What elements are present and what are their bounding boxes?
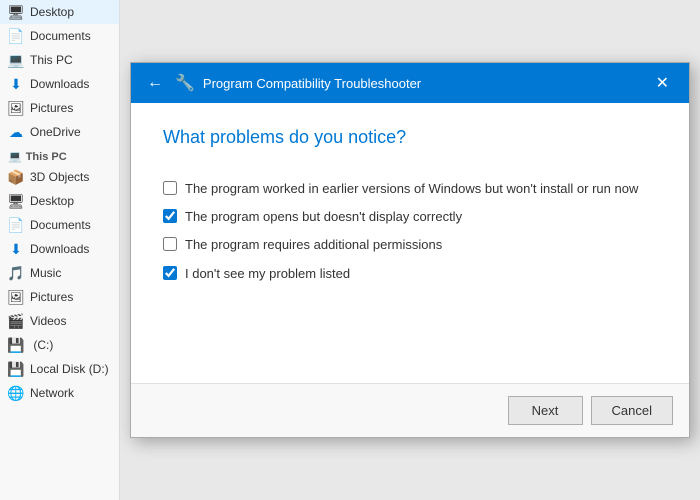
checkbox-label-opt3[interactable]: The program requires additional permissi… bbox=[185, 236, 442, 254]
dialog-body: What problems do you notice? The program… bbox=[131, 103, 689, 383]
checkbox-opt3[interactable] bbox=[163, 237, 177, 251]
sidebar-section-label: This PC bbox=[26, 151, 67, 163]
music-icon: 🎵 bbox=[8, 265, 24, 281]
next-button[interactable]: Next bbox=[508, 396, 583, 425]
checkbox-label-opt4[interactable]: I don't see my problem listed bbox=[185, 265, 350, 283]
close-button[interactable]: ✕ bbox=[648, 71, 677, 95]
checkbox-opt1[interactable] bbox=[163, 181, 177, 195]
this-pc-icon: 💻 bbox=[8, 52, 24, 68]
sidebar-item-music[interactable]: 🎵 Music bbox=[0, 261, 119, 285]
dialog: ← 🔧 Program Compatibility Troubleshooter… bbox=[130, 62, 690, 438]
main-content: ← 🔧 Program Compatibility Troubleshooter… bbox=[120, 0, 700, 500]
cancel-button[interactable]: Cancel bbox=[591, 396, 673, 425]
videos-icon: 🎬 bbox=[8, 313, 24, 329]
dialog-footer: Next Cancel bbox=[131, 383, 689, 437]
sidebar-item-this-pc[interactable]: 💻 This PC bbox=[0, 48, 119, 72]
sidebar-item-c-drive[interactable]: 💾 (C:) bbox=[0, 333, 119, 357]
sidebar-label-c-drive: (C:) bbox=[30, 338, 53, 352]
sidebar-item-documents2[interactable]: 📄 Documents bbox=[0, 213, 119, 237]
sidebar-item-network[interactable]: 🌐 Network bbox=[0, 381, 119, 405]
sidebar-label-desktop2: Desktop bbox=[30, 194, 74, 208]
checkbox-label-opt2[interactable]: The program opens but doesn't display co… bbox=[185, 208, 462, 226]
checkbox-opt2[interactable] bbox=[163, 209, 177, 223]
sidebar-item-3d-objects[interactable]: 📦 3D Objects bbox=[0, 165, 119, 189]
checkbox-label-opt1[interactable]: The program worked in earlier versions o… bbox=[185, 180, 638, 198]
sidebar-label-downloads: Downloads bbox=[30, 77, 89, 91]
sidebar-label-documents2: Documents bbox=[30, 218, 91, 232]
checkbox-item-opt2[interactable]: The program opens but doesn't display co… bbox=[163, 208, 657, 226]
documents2-icon: 📄 bbox=[8, 217, 24, 233]
sidebar-label-videos: Videos bbox=[30, 314, 66, 328]
sidebar-item-d-drive[interactable]: 💾 Local Disk (D:) bbox=[0, 357, 119, 381]
sidebar-item-videos[interactable]: 🎬 Videos bbox=[0, 309, 119, 333]
sidebar-label-pictures: Pictures bbox=[30, 101, 73, 115]
back-button[interactable]: ← bbox=[143, 72, 167, 94]
sidebar-label-onedrive: OneDrive bbox=[30, 125, 81, 139]
sidebar-label-documents: Documents bbox=[30, 29, 91, 43]
sidebar-section-this-pc: 💻 This PC bbox=[0, 144, 119, 165]
sidebar-item-pictures2[interactable]: 🖼 Pictures bbox=[0, 285, 119, 309]
sidebar-label-desktop: Desktop bbox=[30, 5, 74, 19]
sidebar-item-pictures[interactable]: 🖼 Pictures bbox=[0, 96, 119, 120]
sidebar-label-d-drive: Local Disk (D:) bbox=[30, 362, 109, 376]
downloads2-icon: ⬇ bbox=[8, 241, 24, 257]
downloads-icon: ⬇ bbox=[8, 76, 24, 92]
dialog-title: Program Compatibility Troubleshooter bbox=[203, 76, 640, 91]
dialog-titlebar: ← 🔧 Program Compatibility Troubleshooter… bbox=[131, 63, 689, 103]
d-drive-icon: 💾 bbox=[8, 361, 24, 377]
sidebar-item-downloads2[interactable]: ⬇ Downloads bbox=[0, 237, 119, 261]
troubleshooter-icon: 🔧 bbox=[175, 73, 195, 93]
sidebar-label-this-pc: This PC bbox=[30, 53, 73, 67]
checkbox-item-opt4[interactable]: I don't see my problem listed bbox=[163, 265, 657, 283]
sidebar-label-3d-objects: 3D Objects bbox=[30, 170, 89, 184]
sidebar-item-desktop2[interactable]: 🖥 Desktop bbox=[0, 189, 119, 213]
sidebar-item-onedrive[interactable]: ☁ OneDrive bbox=[0, 120, 119, 144]
desktop2-icon: 🖥 bbox=[8, 193, 24, 209]
dialog-overlay: ← 🔧 Program Compatibility Troubleshooter… bbox=[120, 0, 700, 500]
sidebar-label-network: Network bbox=[30, 386, 74, 400]
documents-icon: 📄 bbox=[8, 28, 24, 44]
sidebar-label-downloads2: Downloads bbox=[30, 242, 89, 256]
checkbox-opt4[interactable] bbox=[163, 266, 177, 280]
sidebar-label-music: Music bbox=[30, 266, 61, 280]
sidebar-item-downloads[interactable]: ⬇ Downloads bbox=[0, 72, 119, 96]
checkbox-item-opt1[interactable]: The program worked in earlier versions o… bbox=[163, 180, 657, 198]
this-pc-section-icon: 💻 bbox=[8, 150, 22, 163]
dialog-question: What problems do you notice? bbox=[163, 127, 657, 148]
pictures-icon: 🖼 bbox=[8, 100, 24, 116]
onedrive-icon: ☁ bbox=[8, 124, 24, 140]
desktop-icon: 🖥 bbox=[8, 4, 24, 20]
sidebar-item-documents[interactable]: 📄 Documents bbox=[0, 24, 119, 48]
checkbox-list: The program worked in earlier versions o… bbox=[163, 180, 657, 283]
3d-objects-icon: 📦 bbox=[8, 169, 24, 185]
pictures2-icon: 🖼 bbox=[8, 289, 24, 305]
network-icon: 🌐 bbox=[8, 385, 24, 401]
sidebar: 🖥 Desktop 📄 Documents 💻 This PC ⬇ Downlo… bbox=[0, 0, 120, 500]
c-drive-icon: 💾 bbox=[8, 337, 24, 353]
sidebar-item-desktop[interactable]: 🖥 Desktop bbox=[0, 0, 119, 24]
checkbox-item-opt3[interactable]: The program requires additional permissi… bbox=[163, 236, 657, 254]
sidebar-label-pictures2: Pictures bbox=[30, 290, 73, 304]
